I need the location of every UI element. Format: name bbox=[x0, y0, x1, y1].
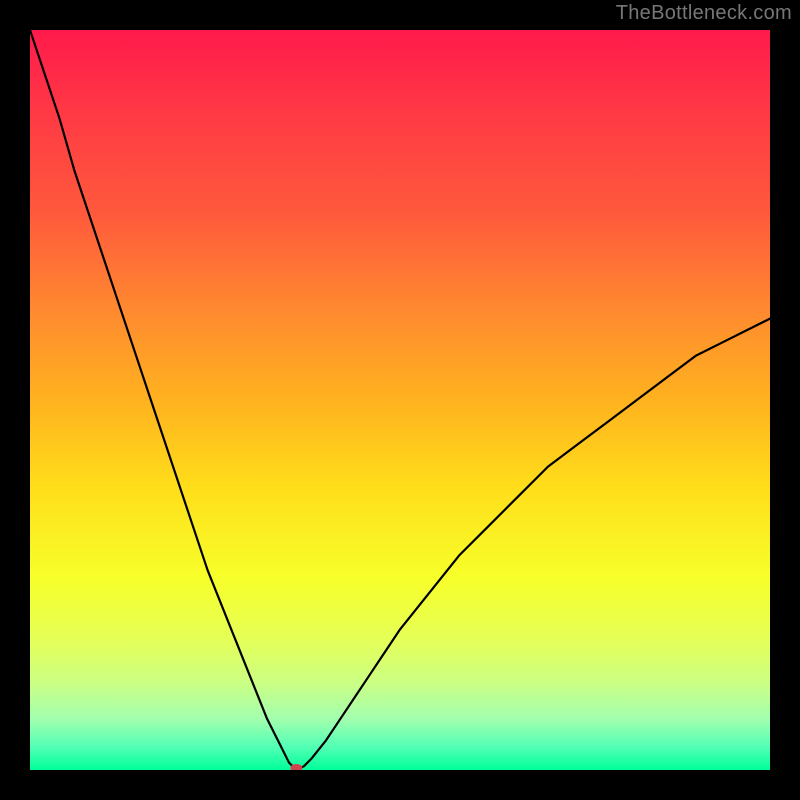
plot-area bbox=[30, 30, 770, 770]
bottleneck-chart bbox=[30, 30, 770, 770]
chart-frame: TheBottleneck.com bbox=[0, 0, 800, 800]
watermark-text: TheBottleneck.com bbox=[616, 2, 792, 25]
gradient-background bbox=[30, 30, 770, 770]
